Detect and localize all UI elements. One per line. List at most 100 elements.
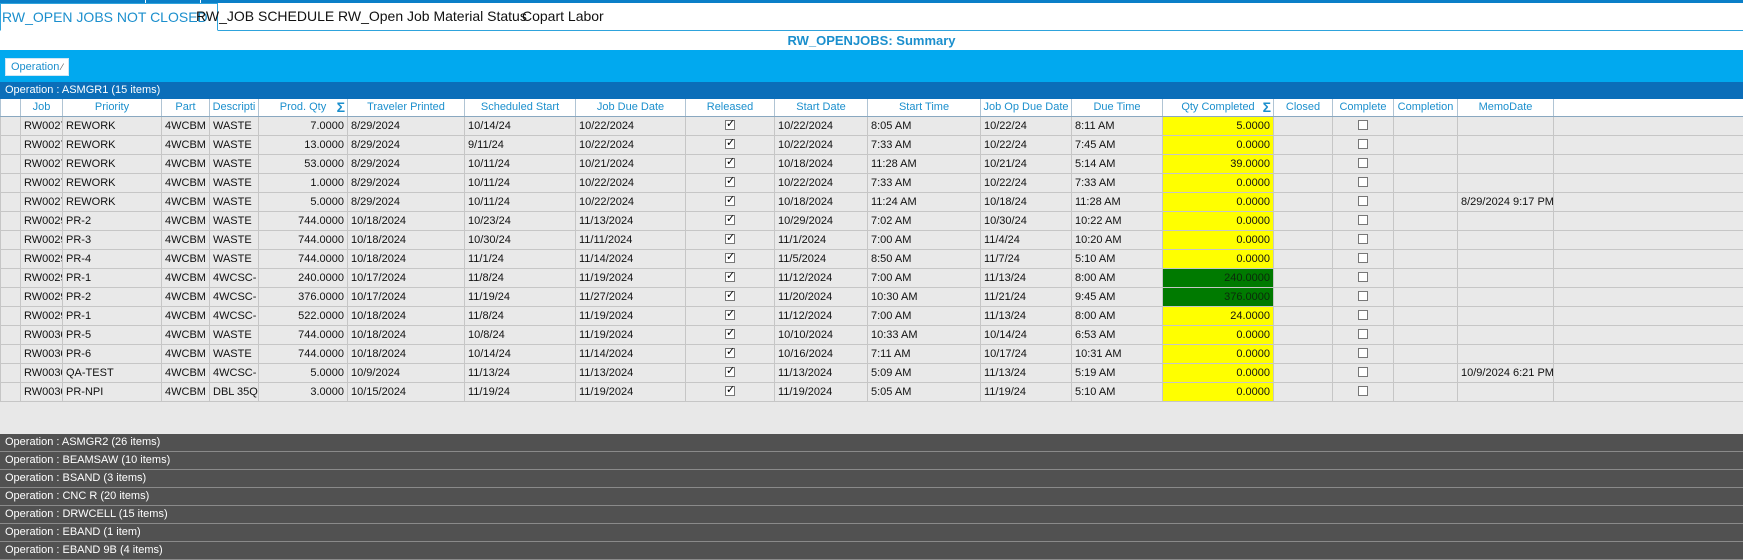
complete-checkbox[interactable] xyxy=(1358,329,1368,340)
group-header-collapsed[interactable]: Operation : DRWCELL (15 items) xyxy=(0,506,1743,524)
complete-checkbox[interactable] xyxy=(1358,291,1368,302)
complete-checkbox[interactable] xyxy=(1358,348,1368,359)
tab-copart-labor[interactable]: Copart Labor xyxy=(514,3,612,30)
table-row[interactable]: RW002937PR-44WCBMWASTE744.000010/18/2024… xyxy=(0,250,1743,269)
table-row[interactable]: RW002935PR-24WCBMWASTE744.000010/18/2024… xyxy=(0,212,1743,231)
group-by-area: Operation ⁄ xyxy=(0,50,1743,82)
released-checkbox[interactable] xyxy=(725,345,735,359)
tab-rw-job-schedule[interactable]: RW_JOB SCHEDULE xyxy=(188,3,342,30)
released-checkbox[interactable] xyxy=(725,288,735,302)
group-header-collapsed[interactable]: Operation : ASMGR2 (26 items) xyxy=(0,434,1743,452)
table-row[interactable]: RW002712REWORK4WCBMWASTE7.00008/29/20241… xyxy=(0,117,1743,136)
complete-checkbox[interactable] xyxy=(1358,310,1368,321)
released-checkbox[interactable] xyxy=(725,231,735,245)
sigma-sum-icon[interactable]: Σ xyxy=(1263,99,1271,116)
cell-memo xyxy=(1457,231,1553,249)
table-row[interactable]: RW003006PR-64WCBMWASTE744.000010/18/2024… xyxy=(0,345,1743,364)
table-row[interactable]: RW002939PR-24WCBM4WCSC-376.000010/17/202… xyxy=(0,288,1743,307)
cell-priority: REWORK xyxy=(62,136,161,154)
cell-traveler: 10/18/2024 xyxy=(347,326,464,344)
table-row[interactable]: RW003047PR-NPI4WCBMDBL 35Q3.000010/15/20… xyxy=(0,383,1743,402)
group-header-collapsed[interactable]: Operation : EBAND 9B (4 items) xyxy=(0,542,1743,560)
group-header-collapsed[interactable]: Operation : BEAMSAW (10 items) xyxy=(0,452,1743,470)
released-checkbox[interactable] xyxy=(725,250,735,264)
group-header-expanded[interactable]: Operation : ASMGR1 (15 items) xyxy=(0,82,1743,99)
complete-checkbox[interactable] xyxy=(1358,177,1368,188)
cell-part: 4WCBM xyxy=(161,174,209,192)
group-header-collapsed[interactable]: Operation : EBAND (1 item) xyxy=(0,524,1743,542)
column-header-prod-qty[interactable]: Prod. Qty Σ xyxy=(258,99,347,116)
released-checkbox[interactable] xyxy=(725,155,735,169)
complete-checkbox[interactable] xyxy=(1358,139,1368,150)
table-row[interactable]: RW002717REWORK4WCBMWASTE5.00008/29/20241… xyxy=(0,193,1743,212)
complete-checkbox[interactable] xyxy=(1358,272,1368,283)
column-header-closed[interactable]: Closed xyxy=(1273,99,1332,116)
column-header-qty-completed[interactable]: Qty Completed Σ xyxy=(1162,99,1273,116)
column-header-job[interactable]: Job xyxy=(20,99,62,116)
complete-checkbox[interactable] xyxy=(1358,234,1368,245)
cell-closed xyxy=(1273,212,1332,230)
table-row[interactable]: RW002715REWORK4WCBMWASTE53.00008/29/2024… xyxy=(0,155,1743,174)
cell-due-time: 9:45 AM xyxy=(1071,288,1162,306)
cell-op-due: 11/19/24 xyxy=(980,383,1071,401)
column-header-due-time[interactable]: Due Time xyxy=(1071,99,1162,116)
complete-checkbox[interactable] xyxy=(1358,196,1368,207)
complete-checkbox[interactable] xyxy=(1358,367,1368,378)
row-spacer-cell xyxy=(1553,212,1743,230)
column-header-label: Qty Completed xyxy=(1181,101,1255,113)
column-header-job-op-due-date[interactable]: Job Op Due Date xyxy=(980,99,1071,116)
table-row[interactable]: RW002938PR-14WCBM4WCSC-240.000010/17/202… xyxy=(0,269,1743,288)
released-checkbox[interactable] xyxy=(725,364,735,378)
released-checkbox[interactable] xyxy=(725,326,735,340)
table-row[interactable]: RW003005PR-54WCBMWASTE744.000010/18/2024… xyxy=(0,326,1743,345)
tab-rw-open-job-material-status[interactable]: RW_Open Job Material Status xyxy=(330,3,535,30)
column-header-start-date[interactable]: Start Date xyxy=(774,99,867,116)
table-row[interactable]: RW002940PR-14WCBM4WCSC-522.000010/18/202… xyxy=(0,307,1743,326)
group-header-collapsed[interactable]: Operation : CNC R (20 items) xyxy=(0,488,1743,506)
released-checkbox[interactable] xyxy=(725,307,735,321)
complete-checkbox[interactable] xyxy=(1358,215,1368,226)
cell-traveler: 8/29/2024 xyxy=(347,193,464,211)
group-header-collapsed[interactable]: Operation : BSAND (3 items) xyxy=(0,470,1743,488)
column-header-released[interactable]: Released xyxy=(685,99,774,116)
sigma-sum-icon[interactable]: Σ xyxy=(337,99,345,116)
cell-start-time: 7:33 AM xyxy=(867,136,980,154)
column-header-spacer xyxy=(0,99,20,116)
table-row[interactable]: RW002936PR-34WCBMWASTE744.000010/18/2024… xyxy=(0,231,1743,250)
column-header-complete[interactable]: Complete xyxy=(1332,99,1393,116)
cell-start-date: 10/10/2024 xyxy=(774,326,867,344)
column-header-part[interactable]: Part xyxy=(161,99,209,116)
released-checkbox[interactable] xyxy=(725,212,735,226)
cell-released xyxy=(685,345,774,363)
released-checkbox[interactable] xyxy=(725,193,735,207)
column-header-memodate[interactable]: MemoDate xyxy=(1457,99,1553,116)
released-checkbox[interactable] xyxy=(725,174,735,188)
released-checkbox[interactable] xyxy=(725,136,735,150)
cell-due-time: 5:10 AM xyxy=(1071,383,1162,401)
complete-checkbox[interactable] xyxy=(1358,158,1368,169)
released-checkbox[interactable] xyxy=(725,117,735,131)
column-header-job-due-date[interactable]: Job Due Date xyxy=(575,99,685,116)
table-row[interactable]: RW003008QA-TEST4WCBM4WCSC-5.000010/9/202… xyxy=(0,364,1743,383)
group-by-operation-button[interactable]: Operation ⁄ xyxy=(5,58,69,76)
cell-desc: WASTE xyxy=(209,212,258,230)
table-row[interactable]: RW002713REWORK4WCBMWASTE13.00008/29/2024… xyxy=(0,136,1743,155)
cell-complete xyxy=(1332,307,1393,325)
table-row[interactable]: RW002716REWORK4WCBMWASTE1.00008/29/20241… xyxy=(0,174,1743,193)
complete-checkbox[interactable] xyxy=(1358,386,1368,397)
complete-checkbox[interactable] xyxy=(1358,253,1368,264)
column-header-traveler-printed[interactable]: Traveler Printed xyxy=(347,99,464,116)
tab-rw-open-jobs-not-closed[interactable]: RW_OPEN JOBS NOT CLOSED xyxy=(0,3,218,31)
column-header-descripti[interactable]: Descripti xyxy=(209,99,258,116)
cell-prod-qty: 744.0000 xyxy=(258,250,347,268)
column-header-start-time[interactable]: Start Time xyxy=(867,99,980,116)
cell-completion xyxy=(1393,345,1457,363)
column-header-completion[interactable]: Completion xyxy=(1393,99,1457,116)
released-checkbox[interactable] xyxy=(725,269,735,283)
released-checkbox[interactable] xyxy=(725,383,735,397)
column-header-scheduled-start[interactable]: Scheduled Start xyxy=(464,99,575,116)
column-header-priority[interactable]: Priority xyxy=(62,99,161,116)
cell-sched-start: 10/11/24 xyxy=(464,193,575,211)
cell-qty-completed: 0.0000 xyxy=(1162,212,1273,230)
complete-checkbox[interactable] xyxy=(1358,120,1368,131)
